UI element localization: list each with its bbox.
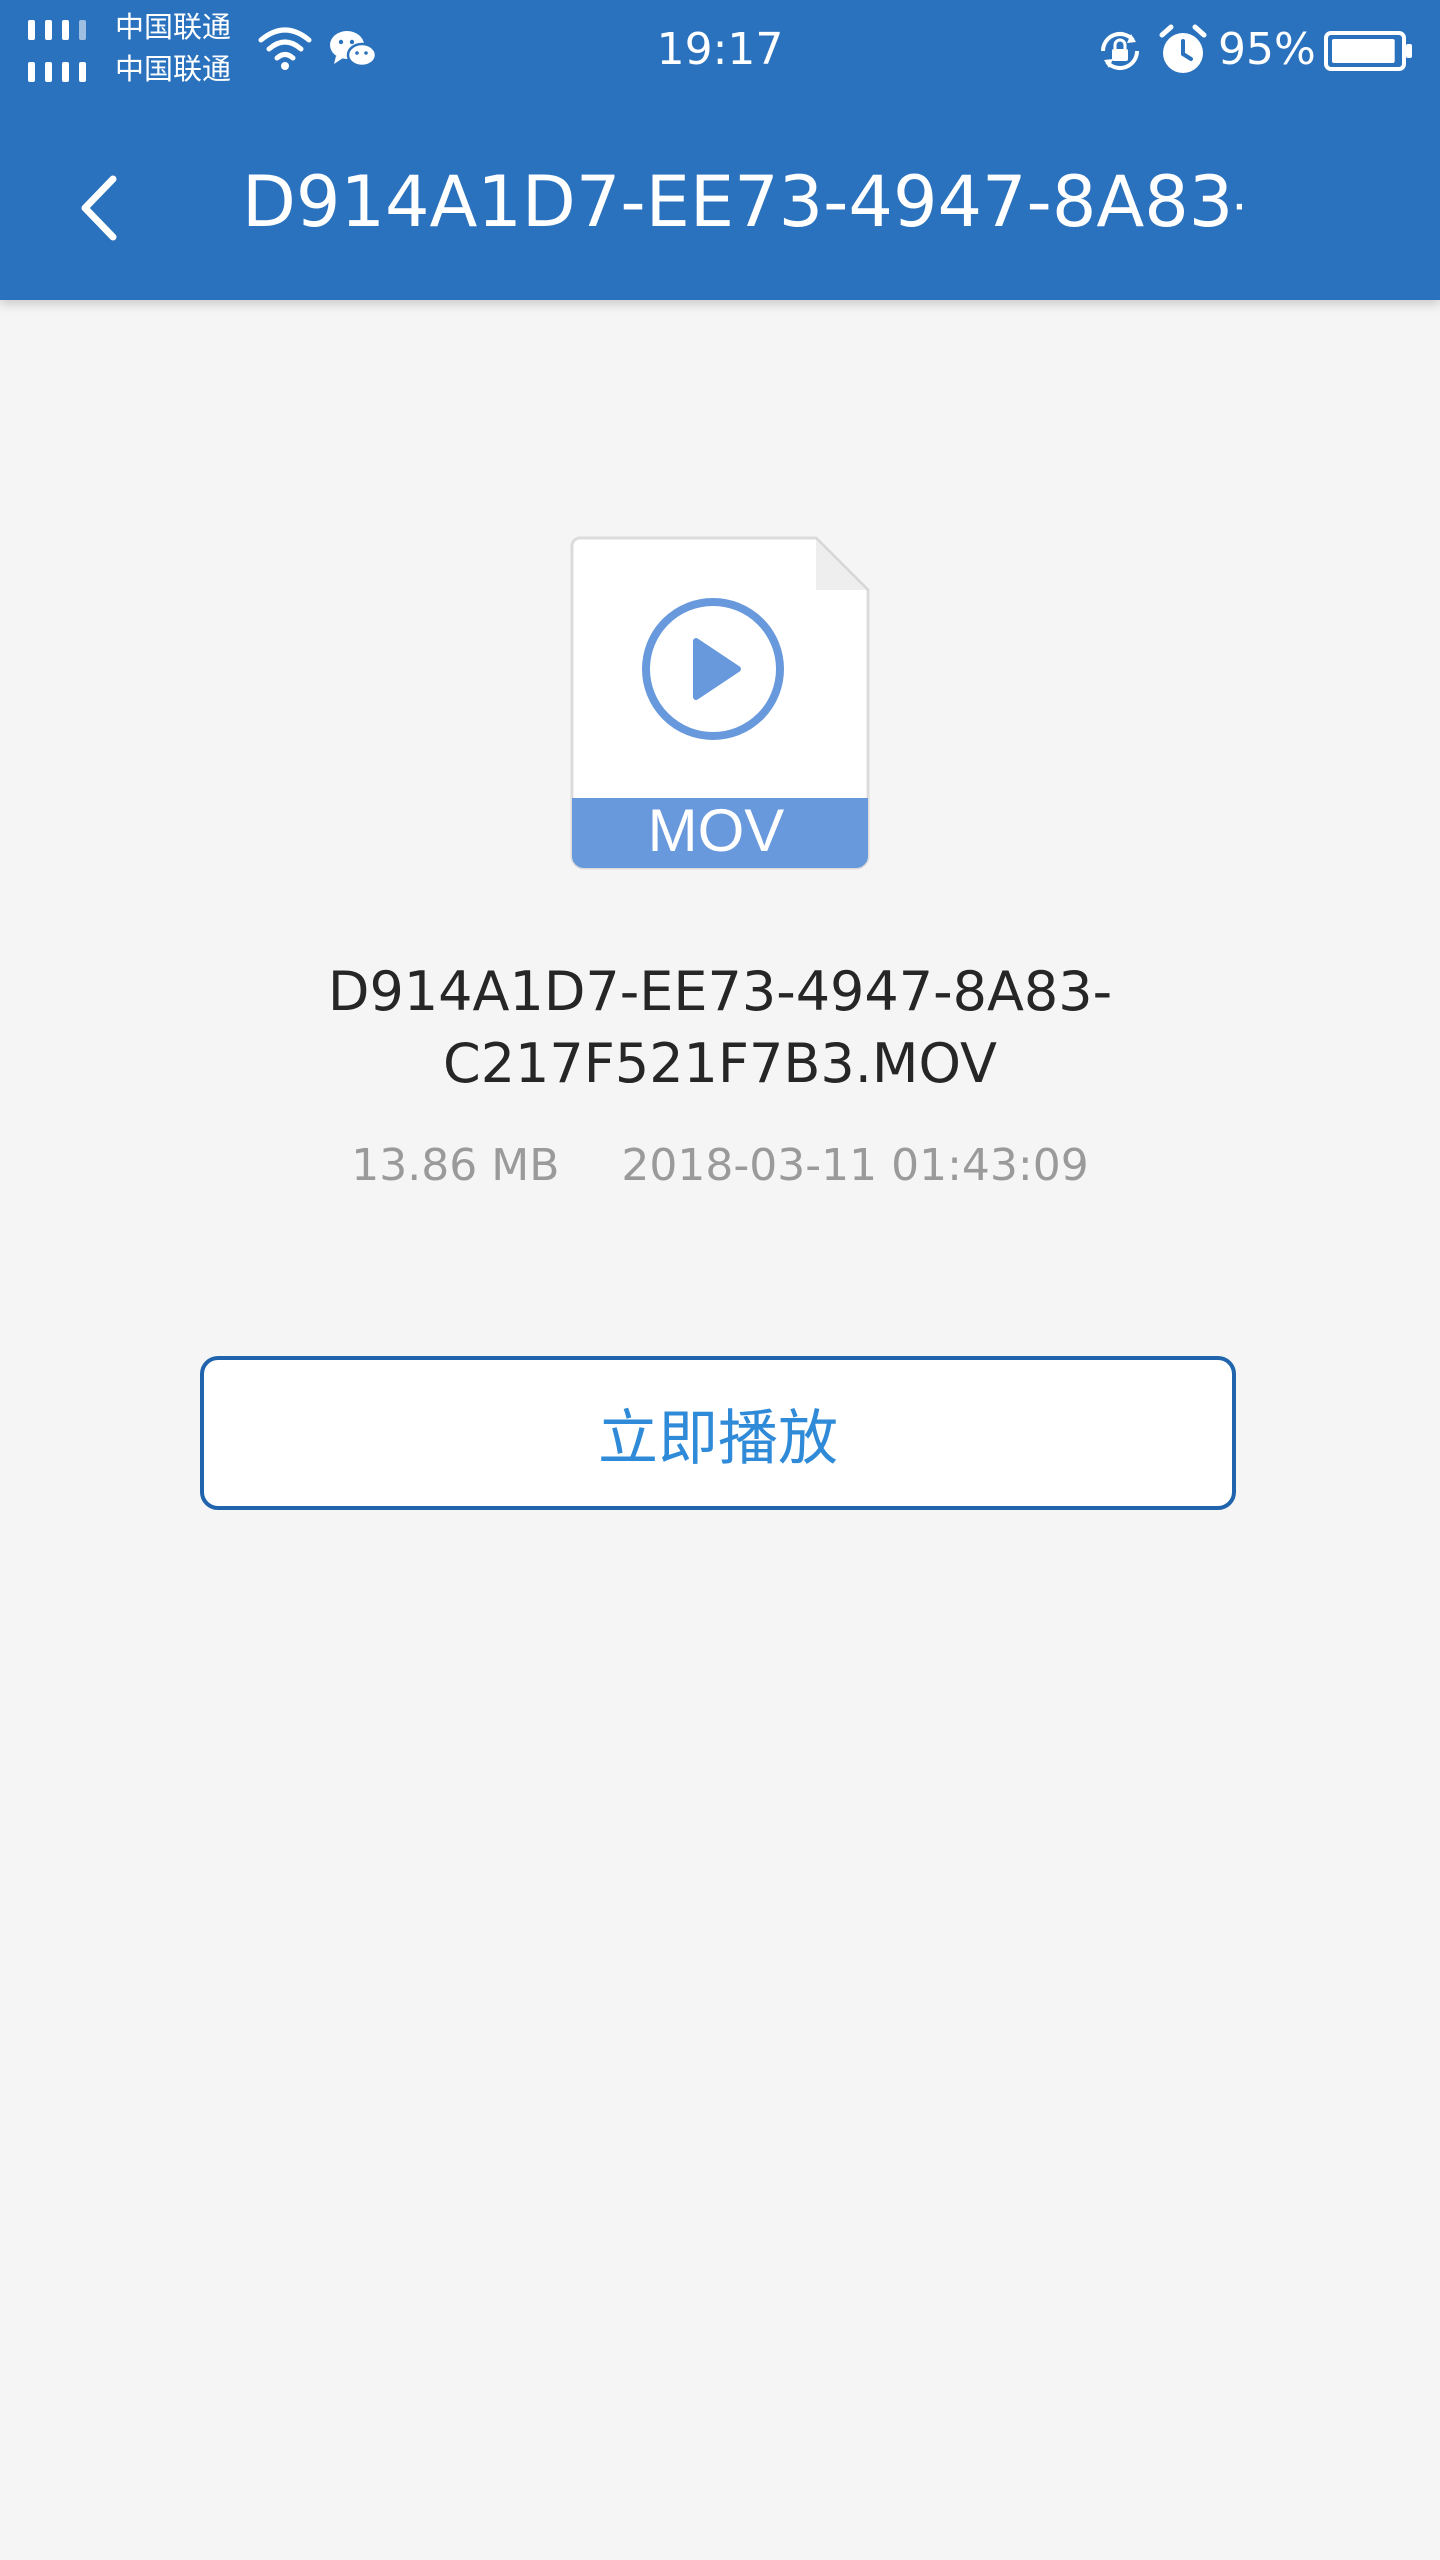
page-title: D914A1D7-EE73-4947-8A83-… [242, 161, 1242, 243]
file-meta: 13.86 MB 2018-03-11 01:43:09 [0, 1136, 1440, 1196]
wifi-icon [258, 27, 312, 70]
status-time: 19:17 [656, 24, 784, 75]
wechat-icon [330, 31, 378, 68]
signal-icon [28, 20, 86, 40]
play-now-button[interactable]: 立即播放 [200, 1356, 1236, 1510]
chevron-left-icon [81, 175, 117, 241]
status-bar: 中国联通 中国联通 19:17 95% [0, 0, 1440, 110]
video-file-icon: MOV [570, 536, 870, 870]
rotation-lock-icon [1100, 31, 1140, 71]
battery-icon [1324, 31, 1412, 71]
battery-percent: 95% [1218, 24, 1316, 75]
file-name-line: D914A1D7-EE73-4947-8A83- [327, 960, 1113, 1023]
file-detail-screen: 中国联通 中国联通 19:17 95% D914A1D7-EE73-4947-8… [0, 0, 1440, 2560]
file-name-line: C217F521F7B3.MOV [443, 1032, 997, 1095]
top-bar: 中国联通 中国联通 19:17 95% D914A1D7-EE73-4947-8… [0, 0, 1440, 300]
app-bar: D914A1D7-EE73-4947-8A83-… [0, 110, 1440, 300]
file-type-label: MOV [648, 797, 785, 864]
file-name: D914A1D7-EE73-4947-8A83- C217F521F7B3.MO… [220, 956, 1220, 1100]
carrier-label: 中国联通 [115, 52, 232, 86]
signal-icon [28, 62, 86, 82]
file-modified-date: 2018-03-11 01:43:09 [621, 1140, 1089, 1191]
back-button[interactable] [52, 150, 148, 266]
file-size: 13.86 MB [351, 1140, 560, 1191]
alarm-icon [1159, 24, 1207, 73]
carrier-label: 中国联通 [115, 10, 232, 44]
